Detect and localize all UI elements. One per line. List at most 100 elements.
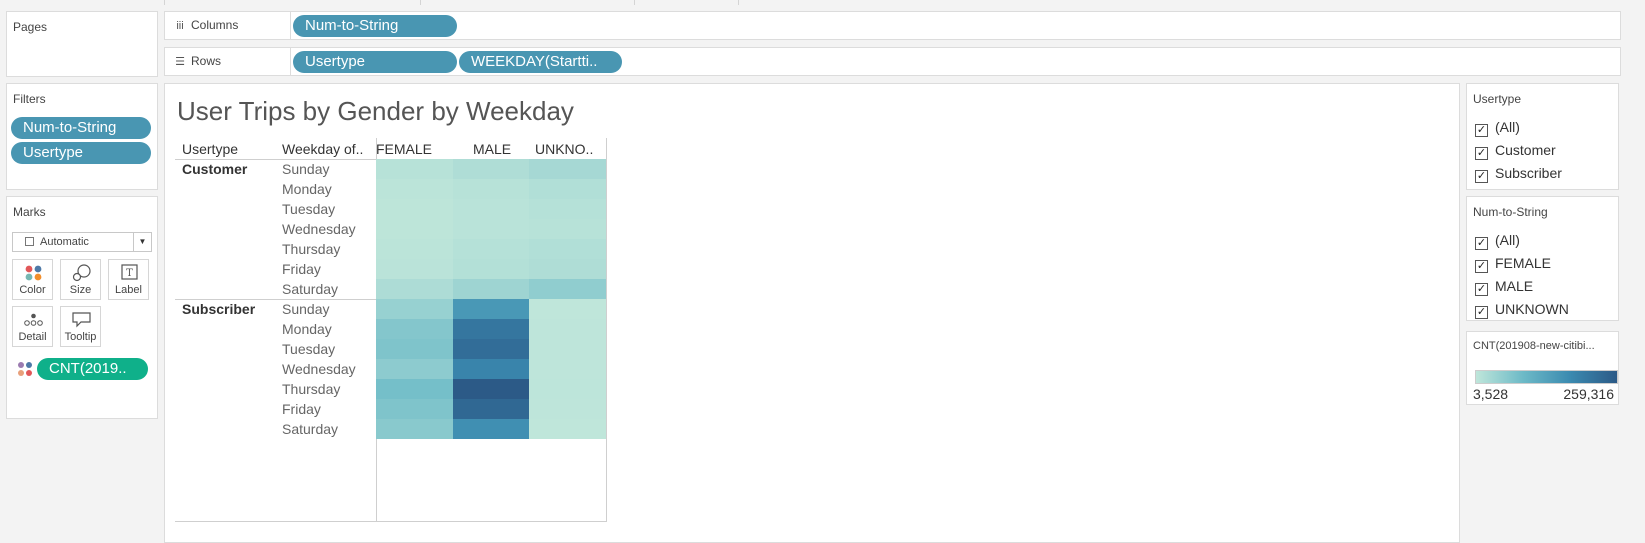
columns-pill-num-to-string[interactable]: Num-to-String (293, 15, 457, 37)
checkbox-icon[interactable]: ✓ (1475, 237, 1488, 250)
mark-type-icon (25, 237, 34, 246)
heatmap-cell[interactable] (529, 159, 606, 179)
heatmap-cell[interactable] (376, 399, 453, 419)
heatmap-cell[interactable] (376, 319, 453, 339)
heatmap-cell[interactable] (529, 359, 606, 379)
heatmap-cell[interactable] (529, 379, 606, 399)
option-label: UNKNOWN (1495, 301, 1569, 317)
gender-option-unknown[interactable]: ✓ UNKNOWN (1475, 299, 1569, 319)
heatmap-cell[interactable] (529, 219, 606, 239)
marks-color-button[interactable]: Color (12, 259, 53, 300)
heatmap-cell[interactable] (453, 379, 529, 399)
option-label: Subscriber (1495, 165, 1562, 181)
heatmap-cell[interactable] (453, 279, 529, 299)
usertype-option-subscriber[interactable]: ✓ Subscriber (1475, 163, 1562, 183)
header-usertype: Usertype (182, 141, 239, 157)
legend-title: CNT(201908-new-citibi... (1473, 340, 1595, 352)
row-label-wednesday: Wednesday (282, 221, 356, 237)
mark-type-value: Automatic (40, 236, 89, 248)
heatmap-cell[interactable] (453, 359, 529, 379)
marks-field-pill[interactable]: CNT(2019.. (37, 358, 148, 380)
row-label-thursday: Thursday (282, 381, 341, 397)
checkbox-icon[interactable]: ✓ (1475, 260, 1488, 273)
heatmap-cell[interactable] (453, 219, 529, 239)
gender-option-all[interactable]: ✓ (All) (1475, 230, 1520, 250)
heatmap-cell[interactable] (453, 399, 529, 419)
mark-type-dropdown[interactable]: Automatic ▼ (12, 232, 152, 252)
option-label: MALE (1495, 278, 1534, 294)
heatmap-cell[interactable] (376, 259, 453, 279)
heatmap-cell[interactable] (453, 419, 529, 439)
heatmap-cell[interactable] (376, 199, 453, 219)
gender-filter-card: Num-to-String ✓ (All) ✓ FEMALE ✓ MALE ✓ UNKN… (1466, 196, 1619, 321)
pages-card[interactable]: Pages (6, 11, 158, 77)
heatmap-cell[interactable] (376, 379, 453, 399)
heatmap-cell[interactable] (529, 299, 606, 319)
legend-min: 3,528 (1473, 386, 1509, 402)
marks-size-button[interactable]: Size (60, 259, 101, 300)
group-customer: Customer (182, 161, 248, 177)
checkbox-icon[interactable]: ✓ (1475, 283, 1488, 296)
gender-option-male[interactable]: ✓ MALE (1475, 276, 1533, 296)
rows-shelf[interactable]: ☰ Rows Usertype WEEKDAY(Startti.. (164, 47, 1621, 76)
heatmap-cell[interactable] (529, 339, 606, 359)
top-strip-divider (420, 0, 421, 5)
option-label: FEMALE (1495, 255, 1552, 271)
heatmap-cell[interactable] (376, 359, 453, 379)
heatmap-cell[interactable] (529, 399, 606, 419)
heatmap-cell[interactable] (453, 159, 529, 179)
usertype-filter-card: Usertype ✓ (All) ✓ Customer ✓ Subscriber (1466, 83, 1619, 190)
heatmap-cell[interactable] (376, 279, 453, 299)
usertype-option-customer[interactable]: ✓ Customer (1475, 140, 1556, 160)
heatmap-cell[interactable] (376, 179, 453, 199)
checkbox-icon[interactable]: ✓ (1475, 306, 1488, 319)
filters-card[interactable]: Filters Num-to-String Usertype (6, 83, 158, 190)
heatmap-cell[interactable] (529, 179, 606, 199)
row-label-tuesday: Tuesday (282, 341, 336, 357)
heatmap-cell[interactable] (529, 239, 606, 259)
rows-pill-weekday[interactable]: WEEKDAY(Startti.. (459, 51, 622, 73)
viz-view[interactable]: User Trips by Gender by Weekday Usertype… (164, 83, 1460, 543)
heatmap-cell[interactable] (453, 319, 529, 339)
columns-shelf[interactable]: iii Columns Num-to-String (164, 11, 1621, 40)
header-unknown: UNKNO.. (535, 141, 594, 157)
rows-pill-usertype[interactable]: Usertype (293, 51, 457, 73)
detail-icon (24, 313, 43, 326)
heatmap-cell[interactable] (376, 339, 453, 359)
heatmap-cell[interactable] (376, 159, 453, 179)
heatmap-cell[interactable] (453, 239, 529, 259)
filter-pill-usertype[interactable]: Usertype (11, 142, 151, 164)
viz-title: User Trips by Gender by Weekday (177, 96, 574, 126)
heatmap-cell[interactable] (453, 339, 529, 359)
filter-pill-num-to-string[interactable]: Num-to-String (11, 117, 151, 139)
checkbox-icon[interactable]: ✓ (1475, 124, 1488, 137)
checkbox-icon[interactable]: ✓ (1475, 147, 1488, 160)
heatmap-cell[interactable] (376, 419, 453, 439)
usertype-filter-title: Usertype (1473, 92, 1522, 106)
heatmap-cell[interactable] (376, 299, 453, 319)
heatmap-cell[interactable] (529, 279, 606, 299)
heatmap-cell[interactable] (529, 259, 606, 279)
gender-option-female[interactable]: ✓ FEMALE (1475, 253, 1551, 273)
checkbox-icon[interactable]: ✓ (1475, 170, 1488, 183)
heatmap-cell[interactable] (453, 179, 529, 199)
svg-text:T: T (126, 268, 133, 279)
heatmap-cell[interactable] (453, 199, 529, 219)
marks-label-button[interactable]: T Label (108, 259, 149, 300)
heatmap-cell[interactable] (453, 299, 529, 319)
usertype-option-all[interactable]: ✓ (All) (1475, 117, 1520, 137)
chevron-down-icon[interactable]: ▼ (133, 233, 151, 251)
heatmap-cell[interactable] (376, 239, 453, 259)
heatmap-cell[interactable] (453, 259, 529, 279)
marks-tooltip-button[interactable]: Tooltip (60, 306, 101, 347)
heatmap-cell[interactable] (529, 319, 606, 339)
marks-detail-button[interactable]: Detail (12, 306, 53, 347)
table-bottom-line (175, 521, 606, 522)
heatmap-cell[interactable] (376, 219, 453, 239)
columns-shelf-label: iii Columns (165, 12, 291, 39)
pages-title: Pages (13, 20, 48, 34)
rows-icon: ☰ (175, 56, 185, 68)
heatmap-cell[interactable] (529, 419, 606, 439)
color-label: Color (19, 284, 46, 296)
heatmap-cell[interactable] (529, 199, 606, 219)
